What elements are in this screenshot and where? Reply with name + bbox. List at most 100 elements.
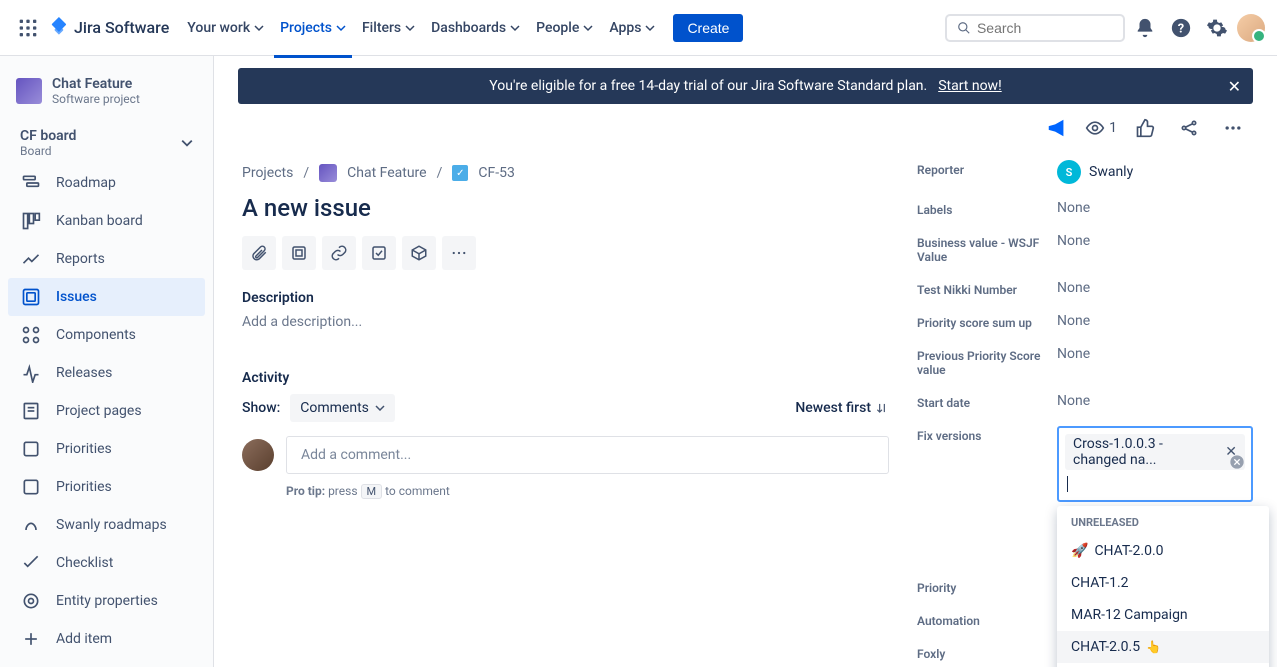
dropdown-option[interactable]: CHAT-4.0.0	[1057, 663, 1269, 667]
dropdown-option[interactable]: 🚀CHAT-2.0.0	[1057, 535, 1269, 567]
sidebar: Chat Feature Software project CF board B…	[0, 56, 214, 667]
current-user-avatar	[242, 439, 274, 471]
sidebar-item-components[interactable]: Components	[8, 316, 205, 354]
project-avatar-icon	[16, 78, 42, 104]
activity-title: Activity	[242, 370, 889, 386]
search-input[interactable]	[977, 20, 1113, 36]
breadcrumb-issue-key[interactable]: CF-53	[478, 165, 514, 181]
user-avatar[interactable]	[1237, 14, 1265, 42]
box-action-button[interactable]	[402, 236, 436, 270]
sidebar-item-roadmap[interactable]: Roadmap	[8, 164, 205, 202]
sidebar-item-swanly[interactable]: Swanly roadmaps	[8, 506, 205, 544]
nav-apps[interactable]: Apps	[603, 12, 661, 44]
field-reporter[interactable]: Reporter S Swanly	[917, 152, 1253, 192]
dropdown-option[interactable]: CHAT-2.0.5👆	[1057, 631, 1269, 663]
share-icon[interactable]	[1173, 112, 1205, 144]
roadmap-icon	[20, 172, 42, 194]
version-chip: Cross-1.0.0.3 - changed na... ✕	[1065, 434, 1245, 470]
logo-text: Jira Software	[74, 18, 169, 37]
field-business-value[interactable]: Business value - WSJF Value None	[917, 225, 1253, 272]
settings-icon[interactable]	[1201, 12, 1233, 44]
components-icon	[20, 324, 42, 346]
sidebar-item-entity[interactable]: Entity properties	[8, 582, 205, 620]
feedback-icon[interactable]	[1041, 112, 1073, 144]
project-header[interactable]: Chat Feature Software project	[8, 76, 205, 122]
trial-banner: You're eligible for a free 14-day trial …	[238, 68, 1253, 104]
sidebar-add-item[interactable]: Add item	[8, 620, 205, 658]
sidebar-item-releases[interactable]: Releases	[8, 354, 205, 392]
field-fix-versions: Fix versions Cross-1.0.0.3 - changed na.…	[917, 418, 1253, 510]
dropdown-option[interactable]: MAR-12 Campaign	[1057, 599, 1269, 631]
project-icon	[319, 164, 337, 182]
entity-icon	[20, 590, 42, 612]
field-labels[interactable]: Labels None	[917, 192, 1253, 225]
nav-your-work[interactable]: Your work	[181, 12, 270, 44]
priorities-icon	[20, 476, 42, 498]
help-icon[interactable]: ?	[1165, 12, 1197, 44]
more-actions-button[interactable]	[442, 236, 476, 270]
sort-button[interactable]: Newest first	[795, 400, 889, 416]
add-child-button[interactable]	[282, 236, 316, 270]
sidebar-item-reports[interactable]: Reports	[8, 240, 205, 278]
fix-versions-dropdown: UNRELEASED 🚀CHAT-2.0.0 CHAT-1.2 MAR-12 C…	[1057, 506, 1269, 667]
banner-text: You're eligible for a free 14-day trial …	[489, 78, 1001, 94]
show-label: Show:	[242, 400, 280, 416]
priorities-icon	[20, 438, 42, 460]
chevron-down-icon	[181, 137, 193, 149]
swanly-icon	[20, 514, 42, 536]
banner-cta-link[interactable]: Start now!	[938, 78, 1002, 94]
project-name: Chat Feature	[52, 76, 140, 92]
comment-input[interactable]: Add a comment...	[286, 436, 889, 474]
jira-logo[interactable]: Jira Software	[48, 17, 169, 39]
field-prev-priority[interactable]: Previous Priority Score value None	[917, 338, 1253, 385]
watch-button[interactable]: 1	[1085, 118, 1117, 138]
board-icon	[20, 210, 42, 232]
banner-close-icon[interactable]: ✕	[1228, 77, 1241, 96]
pro-tip: Pro tip: press M to comment	[286, 484, 889, 499]
sidebar-item-issues[interactable]: Issues	[8, 278, 205, 316]
like-icon[interactable]	[1129, 112, 1161, 144]
nav-projects[interactable]: Projects	[274, 12, 352, 44]
field-priority-score[interactable]: Priority score sum up None	[917, 305, 1253, 338]
top-navigation: Jira Software Your work Projects Filters…	[0, 0, 1277, 56]
pages-icon	[20, 400, 42, 422]
sort-icon	[875, 401, 889, 415]
breadcrumb: Projects / Chat Feature / ✓ CF-53	[242, 164, 889, 182]
main-content: You're eligible for a free 14-day trial …	[214, 56, 1277, 667]
fix-versions-input[interactable]: Cross-1.0.0.3 - changed na... ✕	[1057, 426, 1253, 502]
sidebar-item-checklist[interactable]: Checklist	[8, 544, 205, 582]
reporter-avatar: S	[1057, 160, 1081, 184]
field-start-date[interactable]: Start date None	[917, 385, 1253, 418]
nav-people[interactable]: People	[530, 12, 599, 44]
sidebar-item-priorities[interactable]: Priorities	[8, 430, 205, 468]
link-button[interactable]	[322, 236, 356, 270]
dropdown-option[interactable]: CHAT-1.2	[1057, 567, 1269, 599]
reports-icon	[20, 248, 42, 270]
checklist-action-button[interactable]	[362, 236, 396, 270]
activity-filter-dropdown[interactable]: Comments	[290, 394, 395, 422]
description-input[interactable]: Add a description...	[242, 314, 889, 330]
sidebar-board-selector[interactable]: CF board Board	[8, 122, 205, 164]
create-button[interactable]: Create	[673, 14, 743, 42]
issue-title[interactable]: A new issue	[242, 194, 889, 222]
breadcrumb-project[interactable]: Chat Feature	[347, 165, 426, 181]
breadcrumb-projects[interactable]: Projects	[242, 165, 293, 181]
search-input-container[interactable]	[945, 14, 1125, 42]
clear-all-icon[interactable]	[1229, 454, 1245, 474]
svg-text:?: ?	[1178, 21, 1184, 36]
attach-button[interactable]	[242, 236, 276, 270]
nav-filters[interactable]: Filters	[356, 12, 421, 44]
more-actions-icon[interactable]	[1217, 112, 1249, 144]
search-icon	[957, 20, 971, 36]
app-switcher-icon[interactable]	[12, 12, 44, 44]
sidebar-item-kanban[interactable]: Kanban board	[8, 202, 205, 240]
sidebar-item-pages[interactable]: Project pages	[8, 392, 205, 430]
checklist-icon	[20, 552, 42, 574]
description-label: Description	[242, 290, 889, 306]
releases-icon	[20, 362, 42, 384]
notifications-icon[interactable]	[1129, 12, 1161, 44]
nav-dashboards[interactable]: Dashboards	[425, 12, 526, 44]
field-test-nikki[interactable]: Test Nikki Number None	[917, 272, 1253, 305]
sidebar-item-priorities-2[interactable]: Priorities	[8, 468, 205, 506]
dropdown-section-header: UNRELEASED	[1057, 506, 1269, 535]
